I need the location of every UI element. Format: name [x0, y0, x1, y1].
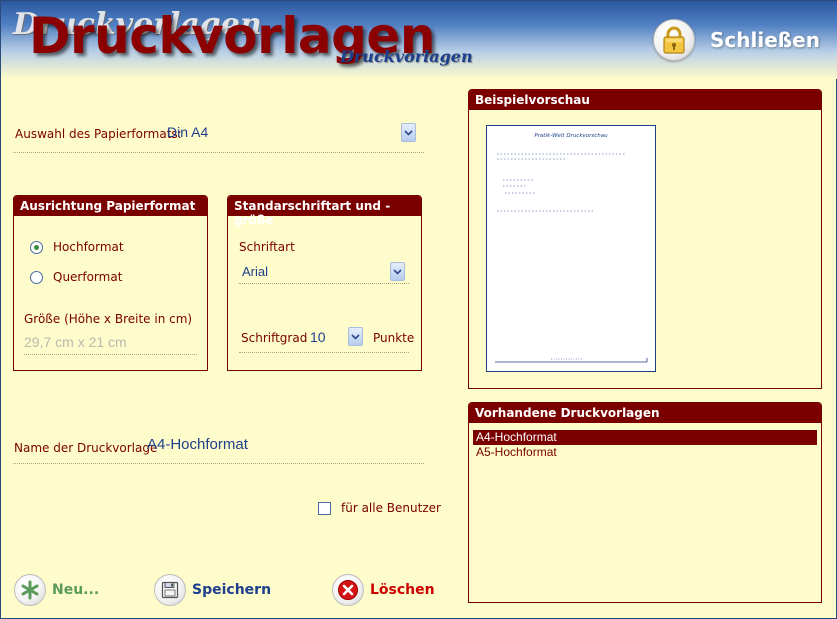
font-family-label: Schriftart [239, 240, 295, 254]
app-subtitle: Druckvorlagen [340, 47, 473, 66]
font-size-select[interactable]: 10 [310, 329, 326, 345]
save-button-label: Speichern [192, 582, 272, 598]
templates-group: Vorhandene Druckvorlagen A4-Hochformat A… [468, 402, 822, 603]
radio-landscape[interactable]: Querformat [30, 270, 122, 284]
font-size-unit: Punkte [373, 331, 415, 345]
all-users-label: für alle Benutzer [341, 501, 441, 515]
size-label: Größe (Höhe x Breite in cm) [24, 312, 193, 326]
size-field: 29,7 cm x 21 cm [24, 331, 197, 355]
orientation-group-header: Ausrichtung Papierformat [14, 196, 207, 216]
template-name-row: Name der Druckvorlage A4-Hochformat [13, 431, 424, 464]
padlock-icon [653, 19, 695, 61]
delete-button-label: Löschen [370, 582, 435, 598]
new-button[interactable]: Neu... [14, 574, 99, 606]
size-value: 29,7 cm x 21 cm [24, 334, 127, 350]
font-size-row: Schriftgrad 10 Punkte [239, 326, 414, 353]
chevron-down-icon[interactable] [348, 327, 363, 346]
new-button-label: Neu... [52, 582, 100, 598]
close-button-label: Schließen [710, 28, 820, 52]
all-users-checkbox[interactable]: für alle Benutzer [318, 501, 441, 515]
radio-portrait[interactable]: Hochformat [30, 240, 124, 254]
red-x-icon [332, 574, 364, 606]
radio-landscape-indicator [30, 270, 43, 284]
paper-format-row: Auswahl des Papierformats: Din A4 [13, 119, 424, 153]
templates-group-header: Vorhandene Druckvorlagen [469, 403, 821, 423]
templates-list: A4-Hochformat A5-Hochformat [473, 430, 817, 460]
list-item[interactable]: A4-Hochformat [473, 430, 817, 445]
font-family-select[interactable]: Arial [239, 260, 409, 284]
preview-group: Beispielvorschau Pratik-Welt Druckvorsch… [468, 89, 822, 389]
asterisk-icon [14, 574, 46, 606]
radio-portrait-label: Hochformat [53, 240, 124, 254]
save-button[interactable]: Speichern [154, 574, 271, 606]
list-item[interactable]: A5-Hochformat [473, 445, 817, 460]
radio-landscape-label: Querformat [53, 270, 123, 284]
floppy-disk-icon [154, 574, 186, 606]
close-button[interactable]: Schließen [653, 18, 823, 62]
radio-portrait-indicator [30, 240, 43, 254]
template-name-input[interactable]: A4-Hochformat [147, 436, 248, 453]
chevron-down-icon[interactable] [401, 123, 416, 142]
template-name-label: Name der Druckvorlage [14, 441, 158, 455]
preview-page-content [495, 153, 648, 363]
chevron-down-icon[interactable] [390, 262, 405, 281]
preview-group-header: Beispielvorschau [469, 90, 821, 110]
delete-button[interactable]: Löschen [332, 574, 435, 606]
orientation-group: Ausrichtung Papierformat Hochformat Quer… [13, 195, 208, 371]
font-family-value: Arial [242, 264, 269, 279]
header-banner: Druckvorlagen Druckvorlagen Druckvorlage… [1, 1, 837, 79]
preview-page: Pratik-Welt Druckvorschau [486, 125, 656, 372]
font-group: Standarschriftart und -größe Schriftart … [227, 195, 422, 371]
font-group-header: Standarschriftart und -größe [228, 196, 421, 227]
paper-format-label: Auswahl des Papierformats: [15, 127, 182, 141]
font-size-label: Schriftgrad [241, 331, 308, 345]
all-users-checkbox-box [318, 501, 331, 515]
paper-format-select[interactable]: Din A4 [167, 124, 208, 140]
